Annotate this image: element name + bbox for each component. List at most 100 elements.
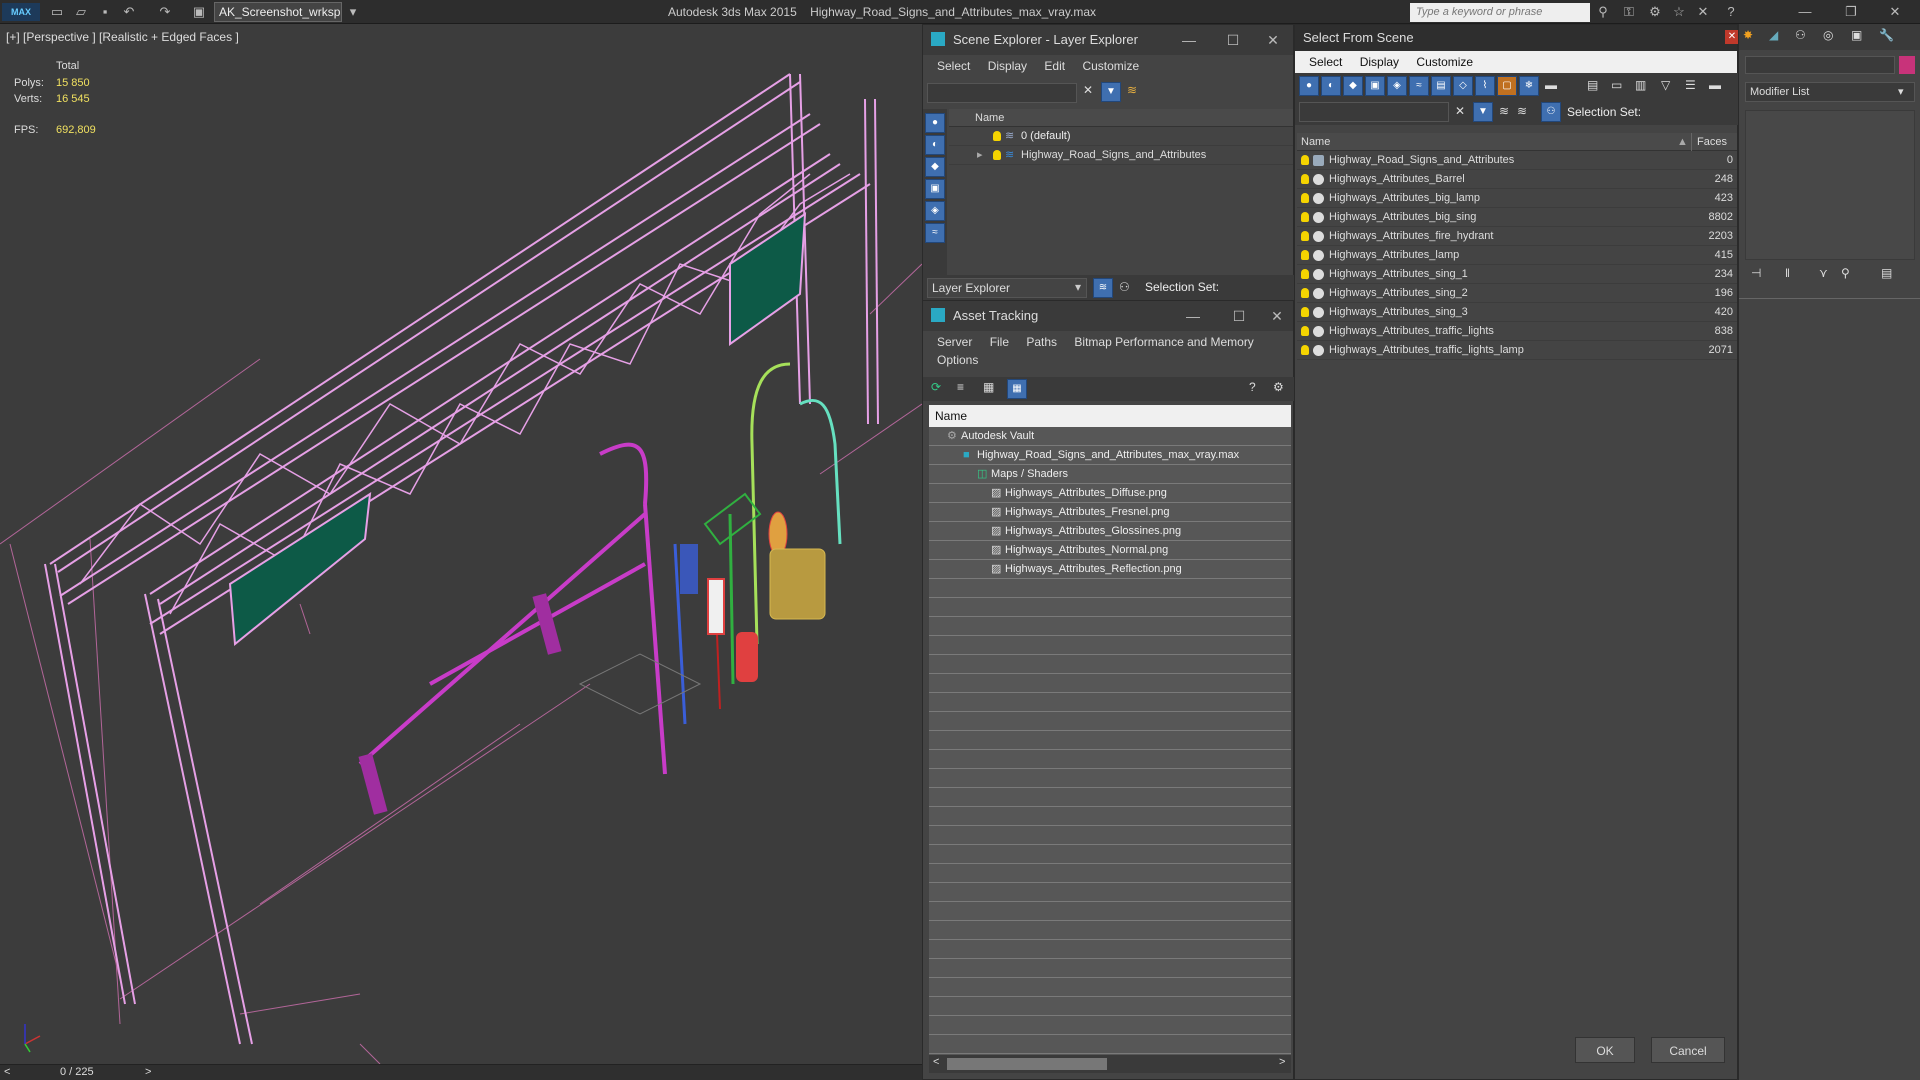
new-file-icon[interactable]: ▭ [48, 3, 66, 21]
bones-filter-icon[interactable]: ⌇ [1475, 76, 1495, 96]
close-icon[interactable]: ✕ [1880, 3, 1910, 21]
display-tab-icon[interactable]: ▣ [1851, 28, 1862, 42]
groups-filter-icon[interactable]: ▤ [1431, 76, 1451, 96]
clear-filter-icon[interactable]: ✕ [1083, 83, 1093, 97]
asset-tree-row[interactable]: ▨ Highways_Attributes_Diffuse.png [929, 484, 1291, 503]
chevron-down-icon[interactable]: ▾ [1898, 83, 1904, 101]
modify-tab-icon[interactable]: ◢ [1769, 28, 1778, 42]
select-search-input[interactable] [1299, 102, 1449, 122]
light-bulb-icon[interactable] [1301, 231, 1309, 241]
frozen-filter-icon[interactable]: ❄ [1519, 76, 1539, 96]
hierarchy-filter-icon[interactable]: ☰ [1685, 78, 1696, 92]
asset-tree-row[interactable]: ▨ Highways_Attributes_Fresnel.png [929, 503, 1291, 522]
display-helpers-icon[interactable]: ◈ [925, 201, 945, 221]
close-x-icon[interactable]: ✕ [1694, 3, 1712, 21]
scene-explorer-search-field[interactable] [927, 83, 1077, 103]
perspective-viewport[interactable]: [+] [Perspective ] [Realistic + Edged Fa… [0, 24, 922, 1064]
time-slider[interactable]: < 0 / 225 > [0, 1064, 922, 1080]
light-bulb-icon[interactable] [1301, 212, 1309, 222]
helpers-filter-icon[interactable]: ◈ [1387, 76, 1407, 96]
column-name-header[interactable]: Name [1301, 133, 1330, 151]
geometry-filter-icon[interactable]: ● [1299, 76, 1319, 96]
help-icon[interactable]: ? [1722, 3, 1740, 21]
column-name-header[interactable]: Name [975, 112, 1004, 124]
show-end-result-icon[interactable]: ‖ [1785, 266, 1790, 280]
project-icon[interactable]: ▣ [190, 3, 208, 21]
menu-customize[interactable]: Customize [1416, 55, 1473, 69]
column-name-header[interactable]: Name [935, 409, 967, 423]
spacewarps-filter-icon[interactable]: ≈ [1409, 76, 1429, 96]
redo-icon[interactable]: ↷ [156, 3, 174, 21]
minimize-icon[interactable]: — [1173, 301, 1213, 331]
modifier-stack[interactable] [1745, 110, 1915, 260]
object-name-field[interactable] [1745, 56, 1895, 74]
scene-explorer-title-bar[interactable]: Scene Explorer - Layer Explorer — ☐ ✕ [923, 25, 1293, 55]
filter-icon[interactable]: ▼ [1101, 82, 1121, 102]
object-row[interactable]: Highways_Attributes_fire_hydrant 2203 [1297, 227, 1737, 246]
modifier-list-dropdown[interactable]: Modifier List ▾ [1745, 82, 1915, 102]
object-row[interactable]: Highways_Attributes_big_sing 8802 [1297, 208, 1737, 227]
layer-stack-icon[interactable]: ≋ [1517, 104, 1527, 118]
containers-filter-icon[interactable]: ▢ [1497, 76, 1517, 96]
select-from-scene-title-bar[interactable]: Select From Scene ✕ [1295, 25, 1739, 51]
clear-filter-icon[interactable]: ✕ [1455, 104, 1465, 118]
column-faces-header[interactable]: Faces [1697, 133, 1727, 151]
thumbnail-view-icon[interactable]: ▦ [983, 380, 994, 394]
open-folder-icon[interactable]: ▱ [72, 3, 90, 21]
select-all-icon[interactable]: ▤ [1587, 78, 1598, 92]
hidden-filter-icon[interactable]: ▬ [1545, 78, 1557, 92]
menu-select[interactable]: Select [1309, 55, 1342, 69]
ok-button[interactable]: OK [1575, 1037, 1635, 1063]
expand-arrow-icon[interactable]: ▸ [977, 146, 983, 165]
horizontal-scrollbar[interactable]: < > [929, 1055, 1291, 1073]
filter-icon[interactable]: ▽ [1661, 78, 1670, 92]
chevron-down-icon[interactable]: ▾ [1075, 280, 1081, 294]
asset-tree-row[interactable]: ■ Highway_Road_Signs_and_Attributes_max_v… [929, 446, 1291, 465]
maximize-icon[interactable]: ☐ [1219, 301, 1259, 331]
search-input[interactable]: Type a keyword or phrase [1410, 3, 1590, 22]
asset-tracking-title-bar[interactable]: Asset Tracking — ☐ ✕ [923, 301, 1293, 331]
restore-icon[interactable]: ❐ [1836, 3, 1866, 21]
menu-paths[interactable]: Paths [1026, 335, 1057, 349]
menu-server[interactable]: Server [937, 335, 972, 349]
select-none-icon[interactable]: ▭ [1611, 78, 1622, 92]
make-unique-icon[interactable]: ⋎ [1819, 266, 1828, 280]
layers-icon[interactable]: ≋ [1499, 104, 1509, 118]
layer-row[interactable]: ≋ 0 (default) [949, 127, 1293, 146]
layer-tool-icon[interactable]: ≋ [1093, 278, 1113, 298]
menu-edit[interactable]: Edit [1044, 59, 1065, 73]
lights-filter-icon[interactable]: ◆ [1343, 76, 1363, 96]
binoculars-icon[interactable]: ⚲ [1594, 3, 1612, 21]
maximize-icon[interactable]: ☐ [1213, 25, 1253, 55]
menu-select[interactable]: Select [937, 59, 970, 73]
light-bulb-icon[interactable] [1301, 269, 1309, 279]
hierarchy-icon[interactable]: ⚇ [1541, 102, 1561, 122]
scrollbar-thumb[interactable] [947, 1058, 1107, 1070]
light-bulb-icon[interactable] [1301, 288, 1309, 298]
layers-icon[interactable]: ≋ [1127, 83, 1137, 97]
light-bulb-icon[interactable] [993, 131, 1001, 141]
workspace-dropdown[interactable]: AK_Screenshot_wrksp [214, 2, 342, 22]
display-cameras-icon[interactable]: ▣ [925, 179, 945, 199]
close-icon[interactable]: ✕ [1253, 25, 1293, 55]
select-invert-icon[interactable]: ▥ [1635, 78, 1646, 92]
display-shapes-icon[interactable]: ◐ [925, 135, 945, 155]
object-row[interactable]: Highways_Attributes_lamp 415 [1297, 246, 1737, 265]
light-bulb-icon[interactable] [993, 150, 1001, 160]
app-logo-icon[interactable]: MAX [2, 3, 40, 21]
asset-tree-row[interactable]: ▨ Highways_Attributes_Normal.png [929, 541, 1291, 560]
hierarchy-icon[interactable]: ⚇ [1119, 280, 1130, 294]
undo-icon[interactable]: ↶ [120, 3, 138, 21]
close-icon[interactable]: ✕ [1257, 301, 1297, 331]
filter-icon[interactable]: ▼ [1473, 102, 1493, 122]
motion-tab-icon[interactable]: ◎ [1823, 28, 1833, 42]
object-color-swatch[interactable] [1899, 56, 1915, 74]
utilities-tab-icon[interactable]: 🔧 [1879, 28, 1894, 42]
display-lights-icon[interactable]: ◆ [925, 157, 945, 177]
object-row[interactable]: Highway_Road_Signs_and_Attributes 0 [1297, 151, 1737, 170]
create-tab-icon[interactable]: ✸ [1743, 28, 1753, 42]
sort-up-icon[interactable]: ▲ [1677, 133, 1688, 151]
light-bulb-icon[interactable] [1301, 345, 1309, 355]
cancel-button[interactable]: Cancel [1651, 1037, 1725, 1063]
object-row[interactable]: Highways_Attributes_big_lamp 423 [1297, 189, 1737, 208]
